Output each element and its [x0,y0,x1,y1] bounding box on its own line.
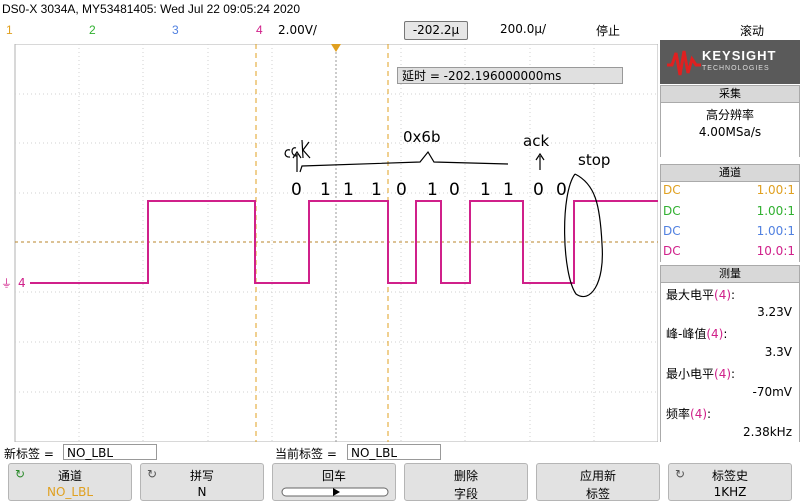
bit-1: 1 [320,180,331,200]
measure-value-freq: 2.38kHz [743,425,792,439]
softkey-channel-value: NO_LBL [46,485,94,499]
softkey-delete-value: 字段 [453,487,478,501]
softkey-bar: ↻ 通道 NO_LBL ↻ 拼写 N 回车 删除 字段 应用新 标签 ↻ 标签史… [0,463,800,503]
acquire-mode: 高分辨率 [705,108,754,122]
top-status-bar: DS0-X 3034A, MY53481405: Wed Jul 22 09:0… [0,0,800,44]
trigger-offset-display[interactable]: -202.2µ [404,21,468,40]
keysight-wave-icon [667,50,701,76]
annotation-stop: stop [578,151,610,169]
measure-value-pkpk: 3.3V [764,345,792,359]
softkey-channel[interactable]: ↻ 通道 NO_LBL [8,463,132,501]
channel-3-coupling: DC [663,224,681,238]
softkey-history-label: 标签史 [711,469,748,483]
bit-0: 0 [291,180,302,200]
bit-8: 1 [503,180,514,200]
softkey-enter[interactable]: 回车 [272,463,396,501]
svg-text:⏚: ⏚ [1,277,12,290]
softkey-enter-label: 回车 [321,469,346,483]
channel-2-probe: 1.00:1 [756,204,795,218]
bit-9: 0 [533,180,544,200]
bit-7: 1 [480,180,491,200]
channel-1-coupling: DC [663,183,681,197]
sample-rate: 4.00MSa/s [698,125,762,139]
measure-label-max: 最大电平(4): [666,288,736,302]
svg-text:4: 4 [18,276,26,290]
annotation-address: 0x6b [403,128,441,146]
softkey-apply-label-line2: 标签 [585,487,610,501]
new-label-field[interactable]: NO_LBL [63,444,157,460]
acquire-header[interactable]: 采集 [660,85,800,103]
softkey-spell-label: 拼写 [189,469,214,483]
bit-6: 0 [449,180,460,200]
channel-4-indicator[interactable]: 4 [256,23,263,37]
measure-label-min: 最小电平(4): [666,367,736,381]
label-editor-row: 新标签 = NO_LBL 当前标签 = NO_LBL [0,444,800,462]
bit-2: 1 [343,180,354,200]
channel-4-coupling: DC [663,244,681,258]
waveform-display[interactable]: 0x6b ack stop ack 0 1 1 1 0 1 0 1 1 0 0 … [0,44,658,442]
trigger-mode: 滚动 [740,24,765,38]
bit-4: 0 [396,180,407,200]
waveform-svg: 0x6b ack stop ack 0 1 1 1 0 1 0 1 1 0 0 … [1,44,658,442]
softkey-channel-label: 通道 [57,469,82,483]
softkey-history-value: 1KHZ [713,485,747,499]
channel-1-indicator[interactable]: 1 [6,23,13,37]
bit-5: 1 [427,180,438,200]
softkey-apply-label-line1: 应用新 [579,469,616,483]
logo-subtext: TECHNOLOGIES [702,65,770,72]
channel-3-probe: 1.00:1 [756,224,795,238]
channel-4-ground-marker[interactable]: ⏚ 4 [1,276,26,290]
softkey-apply-label[interactable]: 应用新 标签 [536,463,660,501]
softkey-spell[interactable]: ↻ 拼写 N [140,463,264,501]
channel-2-coupling: DC [663,204,681,218]
softkey-delete-label: 删除 [453,469,478,483]
measure-value-max: 3.23V [757,305,792,319]
channel-4-probe: 10.0:1 [756,244,795,258]
softkey-label-history[interactable]: ↻ 标签史 1KHZ [668,463,792,501]
channel-3-indicator[interactable]: 3 [172,23,179,37]
enter-slider-icon [281,487,389,497]
new-label-caption: 新标签 = [4,447,54,461]
acquire-panel: 高分辨率 4.00MSa/s [660,103,800,157]
bit-10: 0 [556,180,567,200]
delay-readout: 延时 = -202.196000000ms [397,67,623,84]
instrument-title: DS0-X 3034A, MY53481405: Wed Jul 22 09:0… [2,2,300,16]
channel-1-probe: 1.00:1 [756,183,795,197]
softkey-delete[interactable]: 删除 字段 [404,463,528,501]
logo-text: KEYSIGHT [702,48,777,63]
channels-header[interactable]: 通道 [660,164,800,182]
timebase-display: 200.0µ/ [500,22,547,36]
measure-label-pkpk: 峰-峰值(4): [666,327,728,341]
measure-label-freq: 频率(4): [666,407,712,421]
run-state: 停止 [596,24,621,38]
measure-header[interactable]: 测量 [660,265,800,283]
current-label-caption: 当前标签 = [275,447,337,461]
measure-value-min: -70mV [752,385,793,399]
current-label-field: NO_LBL [347,444,441,460]
annotation-ack-2: ack [523,132,549,150]
keysight-logo: KEYSIGHT TECHNOLOGIES [660,40,800,84]
bit-3: 1 [371,180,382,200]
softkey-spell-value: N [197,485,207,499]
vertical-scale: 2.00V/ [278,23,317,37]
channel-2-indicator[interactable]: 2 [89,23,96,37]
